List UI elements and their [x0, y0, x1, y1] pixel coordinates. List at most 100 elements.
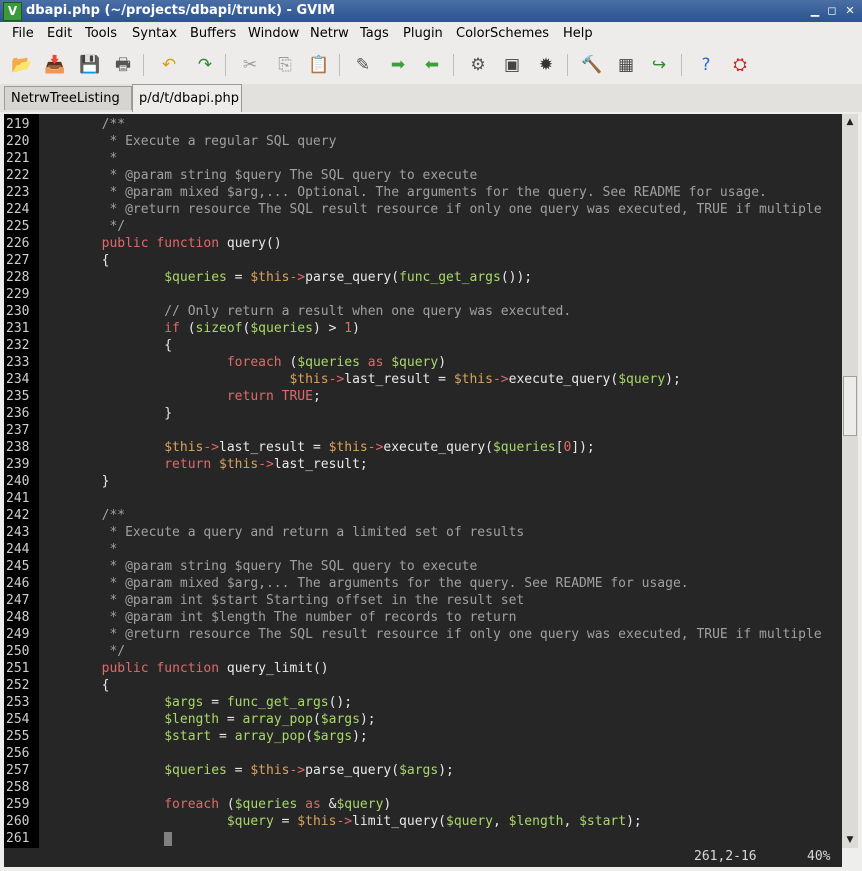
code-line[interactable]: 249 * @return resource The SQL result re…	[4, 626, 842, 643]
run-script-icon[interactable]: ✹	[534, 53, 558, 77]
close-button[interactable]: ✕	[843, 4, 857, 18]
code-line[interactable]: 233 foreach ($queries as $query)	[4, 354, 842, 371]
jump-tag-icon[interactable]: ↪	[647, 53, 671, 77]
code-token-normal: {	[39, 338, 173, 353]
code-line[interactable]: 250 */	[4, 643, 842, 660]
open-icon[interactable]: 📂	[10, 53, 34, 77]
toolbar-separator	[681, 54, 682, 76]
scroll-thumb[interactable]	[843, 376, 857, 436]
code-line[interactable]: 259 foreach ($queries as &$query)	[4, 796, 842, 813]
paste-icon[interactable]: 📋	[307, 53, 331, 77]
tags-icon[interactable]: ▦	[614, 53, 638, 77]
code-line[interactable]: 241	[4, 490, 842, 507]
menu-window[interactable]: Window	[248, 26, 299, 41]
code-line[interactable]: 227 {	[4, 252, 842, 269]
code-token-this: $this	[328, 440, 368, 455]
editor-area[interactable]: 219 /** 220 * Execute a regular SQL query…	[4, 114, 842, 848]
code-line[interactable]: 219 /**	[4, 116, 842, 133]
line-number: 221	[6, 151, 30, 166]
code-text: public function query_limit()	[39, 660, 329, 677]
code-line[interactable]: 239 return $this->last_result;	[4, 456, 842, 473]
code-token-normal: ;	[312, 389, 321, 404]
menu-tools[interactable]: Tools	[85, 26, 117, 41]
find-prev-icon[interactable]: ⬅	[420, 53, 444, 77]
code-line[interactable]: 229	[4, 286, 842, 303]
code-token-comment: *	[39, 151, 118, 166]
menu-colorschemes[interactable]: ColorSchemes	[456, 26, 549, 41]
code-line[interactable]: 260 $query = $this->limit_query($query, …	[4, 813, 842, 830]
make-icon[interactable]: 🔨	[580, 53, 604, 77]
code-line[interactable]: 226 public function query()	[4, 235, 842, 252]
code-line[interactable]: 247 * @param int $start Starting offset …	[4, 592, 842, 609]
code-line[interactable]: 253 $args = func_get_args();	[4, 694, 842, 711]
vertical-scrollbar[interactable]: ▲ ▼	[842, 114, 858, 848]
code-line[interactable]: 220 * Execute a regular SQL query	[4, 133, 842, 150]
menu-tags[interactable]: Tags	[360, 26, 389, 41]
tab-netrw-tree[interactable]: NetrwTreeListing 1	[4, 86, 132, 130]
code-line[interactable]: 248 * @param int $length The number of r…	[4, 609, 842, 626]
menu-syntax[interactable]: Syntax	[132, 26, 177, 41]
maximize-button[interactable]: ◻	[825, 4, 839, 18]
code-line[interactable]: 232 {	[4, 337, 842, 354]
code-token-normal: =	[273, 814, 298, 829]
code-line[interactable]: 240 }	[4, 473, 842, 490]
code-line[interactable]: 261	[4, 830, 842, 847]
menu-netrw[interactable]: Netrw	[310, 26, 349, 41]
cut-icon[interactable]: ✂	[238, 53, 262, 77]
line-number: 260	[6, 814, 30, 829]
code-line[interactable]: 255 $start = array_pop($args);	[4, 728, 842, 745]
code-line[interactable]: 222 * @param string $query The SQL query…	[4, 167, 842, 184]
tab-dbapi[interactable]: p/d/t/dbapi.php	[132, 84, 242, 112]
menu-file[interactable]: File	[12, 26, 34, 41]
minimize-button[interactable]: ▁	[808, 4, 822, 18]
code-line[interactable]: 257 $queries = $this->parse_query($args)…	[4, 762, 842, 779]
line-number: 224	[6, 202, 30, 217]
code-line[interactable]: 243 * Execute a query and return a limit…	[4, 524, 842, 541]
find-next-icon[interactable]: ➡	[386, 53, 410, 77]
help-icon[interactable]: ?	[694, 53, 718, 77]
code-line[interactable]: 237	[4, 422, 842, 439]
scroll-down-icon[interactable]: ▼	[842, 832, 858, 848]
code-line[interactable]: 238 $this->last_result = $this->execute_…	[4, 439, 842, 456]
menu-plugin[interactable]: Plugin	[403, 26, 443, 41]
code-line[interactable]: 244 *	[4, 541, 842, 558]
code-line[interactable]: 234 $this->last_result = $this->execute_…	[4, 371, 842, 388]
find-help-icon[interactable]: ⛭	[728, 53, 752, 77]
undo-icon[interactable]: ↶	[157, 53, 181, 77]
code-line[interactable]: 245 * @param string $query The SQL query…	[4, 558, 842, 575]
replace-icon[interactable]: ✎	[351, 53, 375, 77]
code-line[interactable]: 242 /**	[4, 507, 842, 524]
redo-icon[interactable]: ↷	[193, 53, 217, 77]
copy-icon[interactable]: ⎘	[273, 53, 297, 77]
save-icon[interactable]: 💾	[78, 53, 102, 77]
code-line[interactable]: 256	[4, 745, 842, 762]
code-line[interactable]: 228 $queries = $this->parse_query(func_g…	[4, 269, 842, 286]
code-token-this: $this	[297, 814, 337, 829]
code-token-comment: * @param int $start Starting offset in t…	[39, 593, 525, 608]
code-text: }	[39, 405, 172, 422]
code-line[interactable]: 225 */	[4, 218, 842, 235]
code-token-keyword: if	[164, 321, 180, 336]
code-line[interactable]: 224 * @return resource The SQL result re…	[4, 201, 842, 218]
print-icon[interactable]: 🖶	[111, 53, 135, 77]
code-line[interactable]: 223 * @param mixed $arg,... Optional. Th…	[4, 184, 842, 201]
code-line[interactable]: 231 if (sizeof($queries) > 1)	[4, 320, 842, 337]
code-line[interactable]: 252 {	[4, 677, 842, 694]
code-line[interactable]: 221 *	[4, 150, 842, 167]
load-session-icon[interactable]: ⚙	[466, 53, 490, 77]
code-token-normal: {	[39, 678, 110, 693]
code-line[interactable]: 236 }	[4, 405, 842, 422]
menu-edit[interactable]: Edit	[47, 26, 72, 41]
code-line[interactable]: 246 * @param mixed $arg,... The argument…	[4, 575, 842, 592]
code-line[interactable]: 251 public function query_limit()	[4, 660, 842, 677]
line-number: 237	[6, 423, 30, 438]
save-as-icon[interactable]: 📥	[43, 53, 67, 77]
code-line[interactable]: 258	[4, 779, 842, 796]
code-line[interactable]: 230 // Only return a result when one que…	[4, 303, 842, 320]
code-line[interactable]: 235 return TRUE;	[4, 388, 842, 405]
menu-help[interactable]: Help	[563, 26, 593, 41]
code-line[interactable]: 254 $length = array_pop($args);	[4, 711, 842, 728]
scroll-up-icon[interactable]: ▲	[842, 114, 858, 130]
menu-buffers[interactable]: Buffers	[190, 26, 236, 41]
save-session-icon[interactable]: ▣	[500, 53, 524, 77]
